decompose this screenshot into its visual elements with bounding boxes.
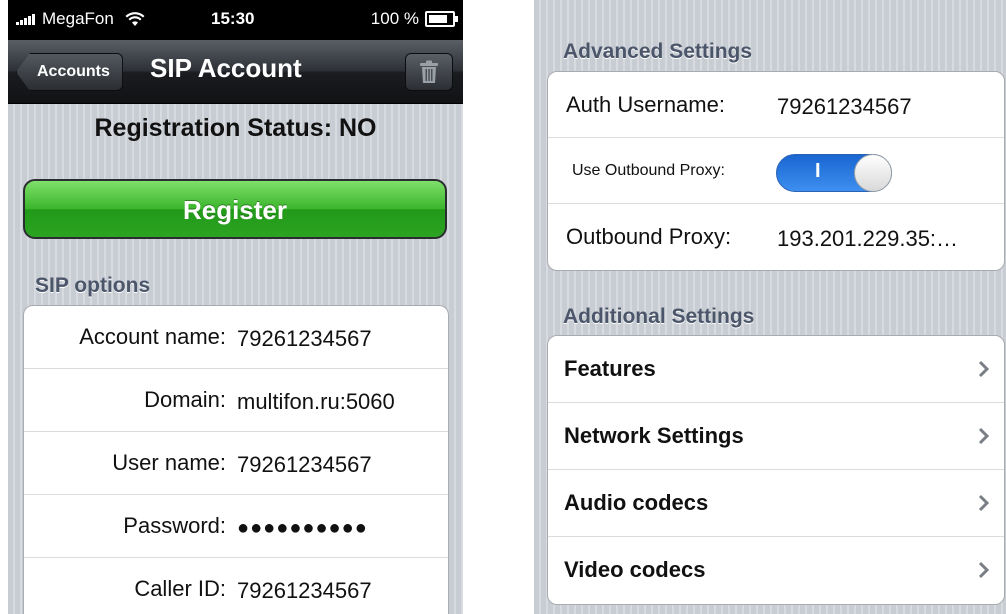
network-settings-row[interactable]: Network Settings bbox=[548, 403, 1004, 470]
user-name-label: User name: bbox=[112, 450, 226, 475]
network-settings-label: Network Settings bbox=[564, 423, 744, 448]
chevron-right-icon bbox=[978, 561, 990, 579]
password-row[interactable]: Password: ●●●●●●●●●● bbox=[24, 495, 448, 558]
outbound-proxy-toggle[interactable]: I bbox=[776, 154, 892, 192]
register-button[interactable]: Register bbox=[23, 179, 447, 239]
status-bar: MegaFon 15:30 100 % bbox=[8, 0, 463, 40]
auth-username-row[interactable]: Auth Username: 79261234567 bbox=[548, 72, 1004, 138]
use-outbound-proxy-label: Use Outbound Proxy: bbox=[572, 162, 725, 179]
chevron-right-icon bbox=[978, 494, 990, 512]
carrier-name: MegaFon bbox=[42, 9, 114, 28]
features-row[interactable]: Features bbox=[548, 336, 1004, 403]
account-name-row[interactable]: Account name: 79261234567 bbox=[24, 306, 448, 369]
domain-row[interactable]: Domain: multifon.ru:5060 bbox=[24, 369, 448, 432]
delete-account-button[interactable] bbox=[405, 53, 453, 91]
additional-settings-group: Features Network Settings Audio codecs V… bbox=[547, 335, 1005, 605]
sip-options-group: Account name: 79261234567 Domain: multif… bbox=[23, 305, 449, 614]
chevron-right-icon bbox=[978, 360, 990, 378]
account-name-label: Account name: bbox=[79, 324, 226, 349]
caller-id-value[interactable]: 79261234567 bbox=[237, 578, 372, 604]
use-outbound-proxy-row: Use Outbound Proxy: I bbox=[548, 138, 1004, 204]
trash-icon bbox=[420, 60, 438, 83]
video-codecs-row[interactable]: Video codecs bbox=[548, 537, 1004, 604]
caller-id-row[interactable]: Caller ID: 79261234567 bbox=[24, 558, 448, 614]
password-label: Password: bbox=[123, 513, 226, 538]
outbound-proxy-value[interactable]: 193.201.229.35:… bbox=[777, 226, 958, 252]
audio-codecs-row[interactable]: Audio codecs bbox=[548, 470, 1004, 537]
caller-id-label: Caller ID: bbox=[134, 576, 226, 601]
password-value[interactable]: ●●●●●●●●●● bbox=[237, 517, 368, 540]
toggle-knob[interactable] bbox=[854, 154, 892, 192]
additional-settings-header: Additional Settings bbox=[563, 305, 755, 328]
carrier-info: MegaFon bbox=[16, 9, 145, 29]
clock: 15:30 bbox=[211, 9, 255, 28]
auth-username-label: Auth Username: bbox=[566, 92, 725, 117]
features-label: Features bbox=[564, 356, 656, 381]
outbound-proxy-label: Outbound Proxy: bbox=[566, 224, 732, 249]
page-title: SIP Account bbox=[150, 53, 302, 83]
accounts-back-button[interactable]: Accounts bbox=[16, 53, 123, 91]
account-name-value[interactable]: 79261234567 bbox=[237, 326, 372, 352]
domain-value[interactable]: multifon.ru:5060 bbox=[237, 389, 395, 415]
advanced-settings-group: Auth Username: 79261234567 Use Outbound … bbox=[547, 71, 1005, 271]
outbound-proxy-row[interactable]: Outbound Proxy: 193.201.229.35:… bbox=[548, 204, 1004, 270]
wifi-icon bbox=[125, 11, 145, 26]
registration-status: Registration Status: NO bbox=[94, 114, 377, 142]
user-name-row[interactable]: User name: 79261234567 bbox=[24, 432, 448, 495]
video-codecs-label: Video codecs bbox=[564, 557, 706, 582]
sip-account-screen: MegaFon 15:30 100 % Accounts SIP Account… bbox=[8, 0, 463, 614]
signal-bars-icon bbox=[16, 13, 35, 25]
toggle-on-indicator: I bbox=[815, 160, 821, 182]
navigation-bar: Accounts SIP Account bbox=[8, 40, 463, 104]
battery-icon bbox=[425, 11, 458, 27]
battery-percent: 100 % bbox=[370, 9, 419, 28]
domain-label: Domain: bbox=[144, 387, 226, 412]
sip-options-header: SIP options bbox=[35, 274, 151, 297]
battery-indicator: 100 % bbox=[370, 9, 458, 29]
chevron-right-icon bbox=[978, 427, 990, 445]
advanced-settings-header: Advanced Settings bbox=[563, 40, 753, 63]
audio-codecs-label: Audio codecs bbox=[564, 490, 709, 515]
advanced-settings-screen: Advanced Settings Auth Username: 7926123… bbox=[534, 0, 1006, 614]
auth-username-value[interactable]: 79261234567 bbox=[777, 94, 912, 120]
user-name-value[interactable]: 79261234567 bbox=[237, 452, 372, 478]
